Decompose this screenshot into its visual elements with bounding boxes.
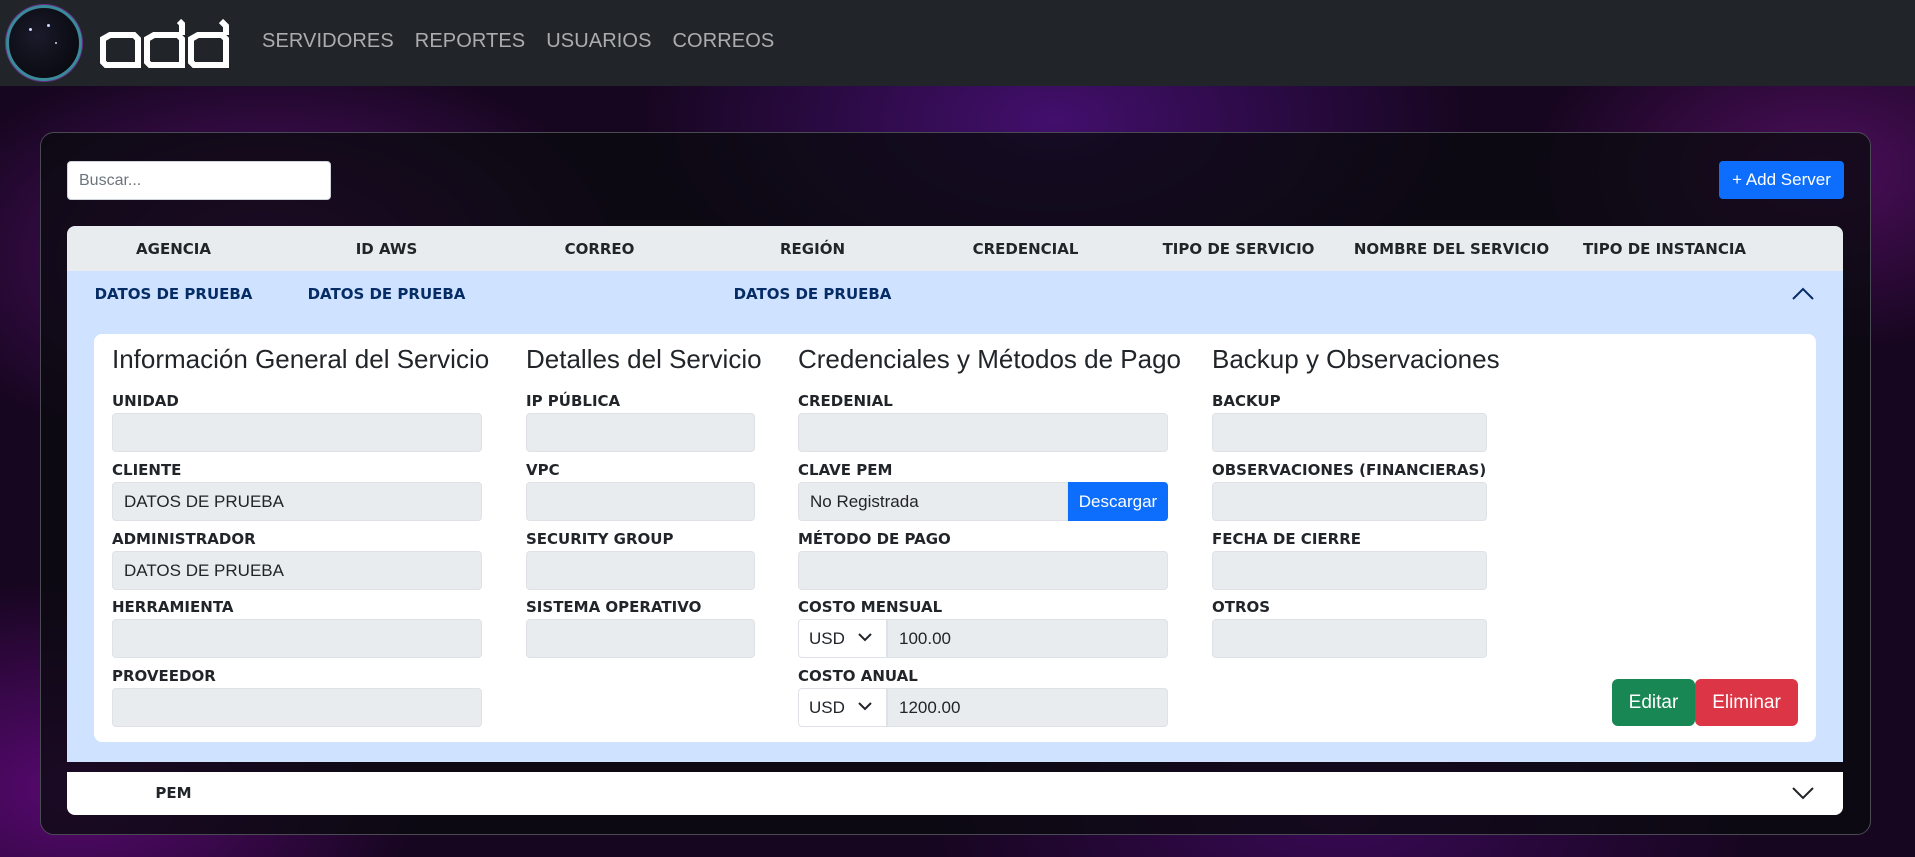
ip-publica-label: IP PÚBLICA [526,392,621,410]
backup-label: BACKUP [1212,392,1281,410]
general-info-title: Información General del Servicio [112,344,490,374]
unidad-field[interactable] [112,413,482,452]
administrador-label: ADMINISTRADOR [112,530,256,548]
fecha-cierre-label: FECHA DE CIERRE [1212,530,1361,548]
currency-value: USD [809,698,845,717]
vpc-field[interactable] [526,482,755,521]
main-nav: SERVIDORES REPORTES USUARIOS CORREOS [262,30,795,53]
metodo-pago-label: MÉTODO DE PAGO [798,530,951,548]
chevron-up-icon[interactable] [1791,286,1815,301]
header-correo: CORREO [564,240,635,258]
servers-table: AGENCIA ID AWS CORREO REGIÓN CREDENCIAL … [67,226,1843,815]
cell-id-aws: DATOS DE PRUEBA [307,285,466,303]
cliente-label: CLIENTE [112,461,182,479]
clave-pem-label: CLAVE PEM [798,461,893,479]
download-pem-button[interactable]: Descargar [1068,482,1168,521]
cell-agencia: PEM [155,784,192,802]
header-agencia: AGENCIA [136,240,211,258]
chevron-down-icon[interactable] [1791,786,1815,801]
metodo-pago-field[interactable] [798,551,1168,590]
nav-usuarios[interactable]: USUARIOS [546,30,651,53]
cell-agencia: DATOS DE PRUEBA [94,285,253,303]
header-tipo-servicio: TIPO DE SERVICIO [1162,240,1315,258]
chevron-down-icon [858,702,872,711]
service-details-title: Detalles del Servicio [526,344,762,374]
star-dot [29,28,32,31]
delete-button[interactable]: Eliminar [1695,679,1798,726]
credencial-label: CREDENIAL [798,392,893,410]
herramienta-label: HERRAMIENTA [112,598,234,616]
chevron-down-icon [858,633,872,642]
observaciones-field[interactable] [1212,482,1487,521]
proveedor-field[interactable] [112,688,482,727]
costo-mensual-field[interactable]: 100.00 [887,619,1168,658]
header-id-aws: ID AWS [355,240,418,258]
star-dot [47,24,50,27]
ip-publica-field[interactable] [526,413,755,452]
security-group-field[interactable] [526,551,755,590]
credencial-field[interactable] [798,413,1168,452]
administrador-field[interactable]: DATOS DE PRUEBA [112,551,482,590]
currency-select-mensual[interactable]: USD [798,619,887,658]
sistema-operativo-label: SISTEMA OPERATIVO [526,598,702,616]
observaciones-label: OBSERVACIONES (FINANCIERAS) [1212,461,1487,479]
header-nombre-servicio: NOMBRE DEL SERVICIO [1353,240,1550,258]
herramienta-field[interactable] [112,619,482,658]
brand-logo[interactable] [100,18,232,70]
costo-mensual-label: COSTO MENSUAL [798,598,943,616]
edit-button[interactable]: Editar [1612,679,1695,726]
otros-label: OTROS [1212,598,1271,616]
backup-field[interactable] [1212,413,1487,452]
nav-reportes[interactable]: REPORTES [415,30,525,53]
nav-servidores[interactable]: SERVIDORES [262,30,394,53]
table-row-expanded[interactable]: DATOS DE PRUEBA DATOS DE PRUEBA DATOS DE… [67,271,1843,762]
costo-anual-field[interactable]: 1200.00 [887,688,1168,727]
header-region: REGIÓN [780,240,845,258]
security-group-label: SECURITY GROUP [526,530,674,548]
credentials-title: Credenciales y Métodos de Pago [798,344,1182,374]
proveedor-label: PROVEEDOR [112,667,216,685]
nav-correos[interactable]: CORREOS [673,30,775,53]
costo-anual-label: COSTO ANUAL [798,667,918,685]
vpc-label: VPC [526,461,560,479]
servers-panel: + Add Server AGENCIA ID AWS CORREO REGIÓ… [40,132,1871,835]
fecha-cierre-field[interactable] [1212,551,1487,590]
star-dot [55,42,57,44]
cliente-field[interactable]: DATOS DE PRUEBA [112,482,482,521]
navbar: SERVIDORES REPORTES USUARIOS CORREOS [0,0,1915,86]
cell-correo [493,271,706,318]
header-credencial: CREDENCIAL [972,240,1079,258]
otros-field[interactable] [1212,619,1487,658]
header-tipo-instancia: TIPO DE INSTANCIA [1582,240,1747,258]
clave-pem-field[interactable]: No Registrada [798,482,1068,521]
sistema-operativo-field[interactable] [526,619,755,658]
cell-region: DATOS DE PRUEBA [733,285,892,303]
currency-value: USD [809,629,845,648]
currency-select-anual[interactable]: USD [798,688,887,727]
service-detail-card: Información General del Servicio UNIDAD … [94,334,1816,742]
table-row[interactable]: PEM [67,772,1843,815]
search-input[interactable] [67,161,331,200]
add-server-button[interactable]: + Add Server [1719,161,1844,199]
profile-avatar[interactable] [6,5,82,81]
unidad-label: UNIDAD [112,392,179,410]
table-header: AGENCIA ID AWS CORREO REGIÓN CREDENCIAL … [67,226,1843,271]
backup-title: Backup y Observaciones [1212,344,1500,374]
